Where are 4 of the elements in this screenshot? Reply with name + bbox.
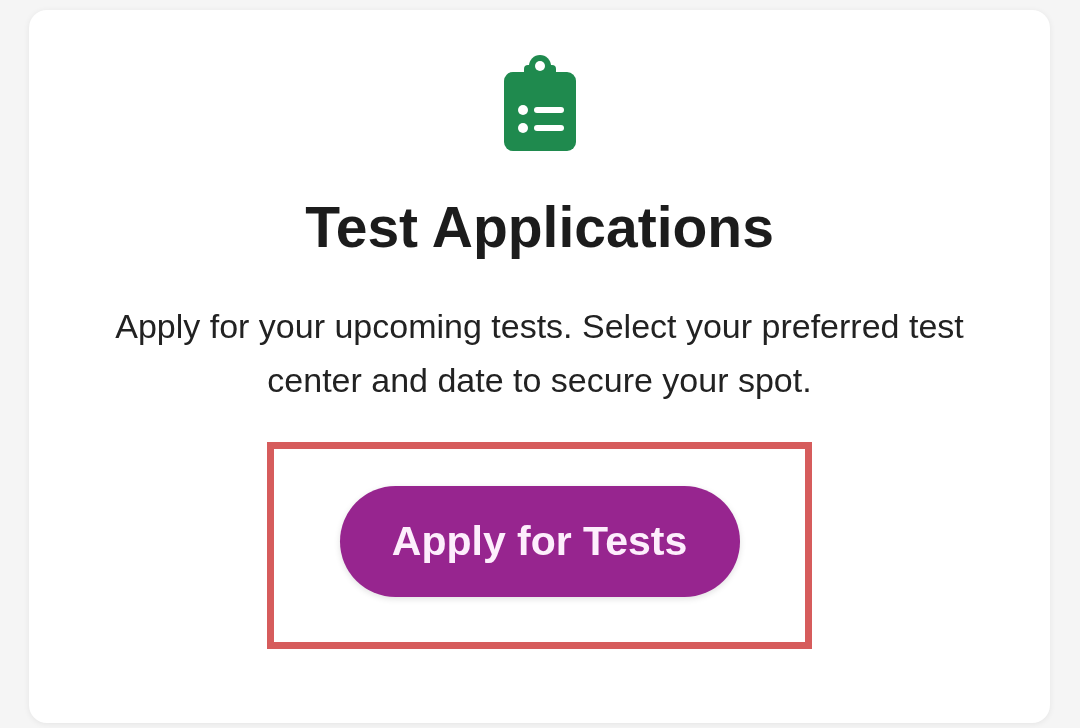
card-title: Test Applications <box>305 195 774 259</box>
clipboard-list-icon <box>503 55 576 151</box>
apply-button[interactable]: Apply for Tests <box>339 486 740 597</box>
card-description: Apply for your upcoming tests. Select your preferred test center and date to secure your spot. <box>114 306 965 401</box>
